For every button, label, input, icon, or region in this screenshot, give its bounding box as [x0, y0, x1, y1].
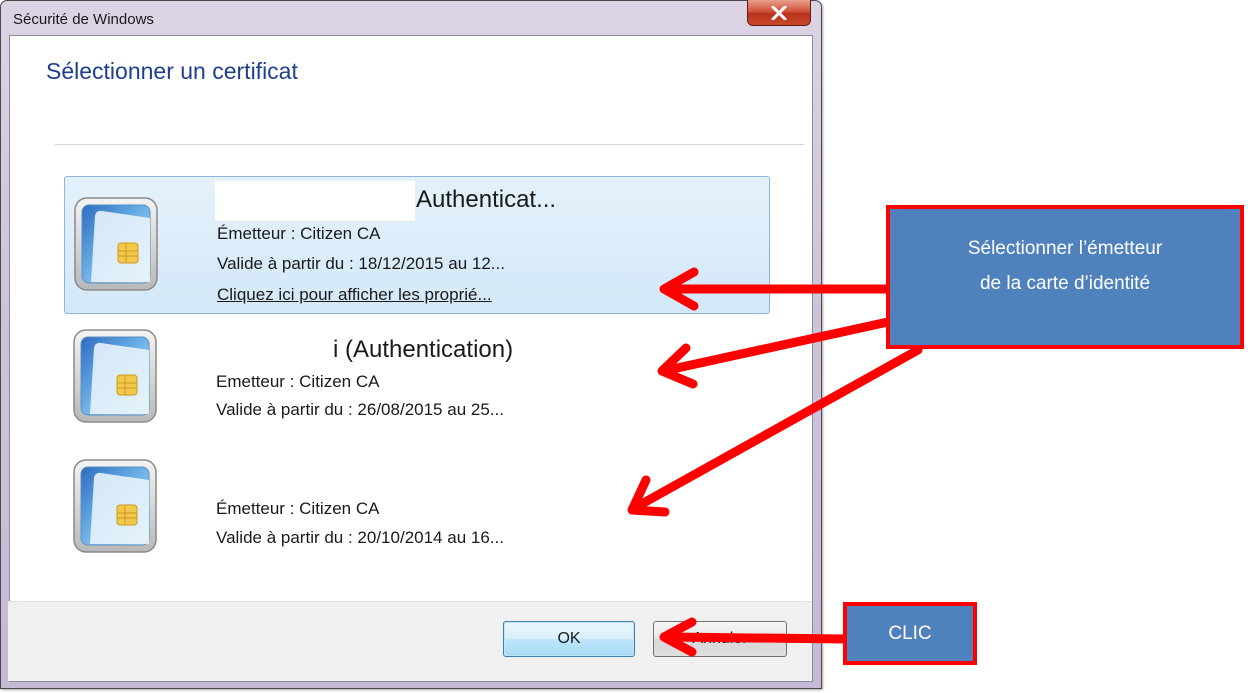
- certificate-validity: Valide à partir du : 26/08/2015 au 25...: [216, 400, 504, 419]
- certificate-item-2[interactable]: i (Authentication) Emetteur : Citizen CA…: [64, 322, 770, 440]
- annotation-select-issuer-line-2: de la carte d’identité: [979, 273, 1151, 294]
- view-properties-link[interactable]: Cliquez ici pour afficher les proprié...: [217, 285, 492, 305]
- title-bar[interactable]: Sécurité de Windows: [1, 0, 821, 35]
- close-button[interactable]: [747, 0, 811, 26]
- smart-card-icon: [70, 328, 160, 424]
- certificate-name: Authenticat...: [416, 186, 557, 213]
- smart-card-icon: [70, 458, 160, 554]
- redacted-name: [215, 181, 415, 221]
- certificate-validity: Valide à partir du : 18/12/2015 au 12...: [217, 254, 505, 273]
- certificate-issuer: Emetteur : Citizen CA: [216, 372, 380, 391]
- close-icon: [771, 5, 787, 20]
- ok-button[interactable]: OK: [503, 621, 635, 657]
- annotation-click: CLIC: [843, 602, 977, 665]
- dialog-heading: Sélectionner un certificat: [46, 58, 298, 84]
- certificate-name: i (Authentication): [333, 336, 514, 363]
- window-title: Sécurité de Windows: [13, 11, 154, 28]
- heading-divider: [55, 144, 804, 145]
- smart-card-icon: [71, 196, 161, 292]
- annotation-select-issuer: Sélectionner l’émetteur de la carte d’id…: [886, 205, 1244, 349]
- cancel-button[interactable]: Annuler: [653, 621, 787, 657]
- certificate-item-3[interactable]: Émetteur : Citizen CA Valide à partir du…: [64, 452, 770, 570]
- certificate-issuer: Émetteur : Citizen CA: [217, 224, 381, 243]
- annotation-select-issuer-line-1: Sélectionner l’émetteur: [967, 238, 1163, 259]
- certificate-issuer: Émetteur : Citizen CA: [216, 499, 380, 518]
- certificate-validity: Valide à partir du : 20/10/2014 au 16...: [216, 528, 504, 547]
- certificate-item-1[interactable]: Authenticat... Émetteur : Citizen CA Val…: [64, 176, 770, 314]
